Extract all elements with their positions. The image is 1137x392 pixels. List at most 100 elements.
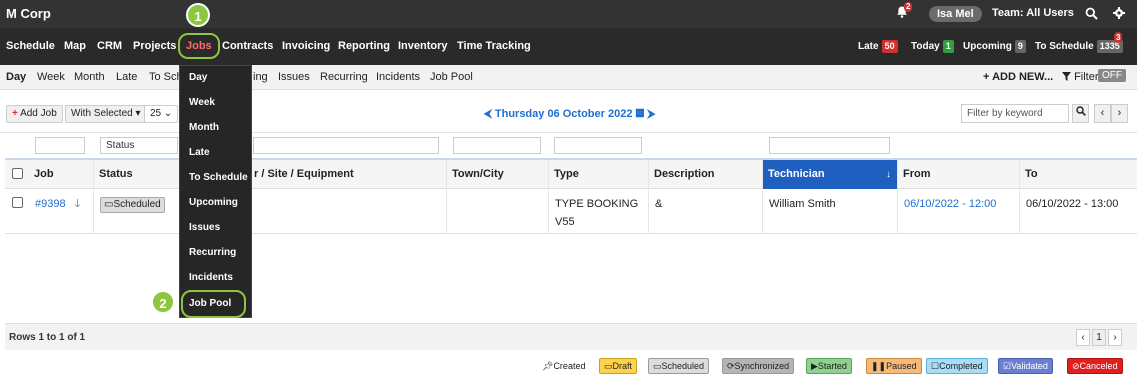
funnel-icon: [1062, 72, 1071, 81]
dropdown-item-recurring[interactable]: Recurring: [180, 241, 253, 265]
select-all-checkbox[interactable]: [12, 168, 23, 179]
upcoming-count: 9: [1014, 40, 1026, 53]
today-label: Today: [911, 41, 940, 52]
prev-page-icon[interactable]: ‹: [1094, 104, 1111, 123]
nav-contracts[interactable]: Contracts: [222, 40, 273, 52]
current-page[interactable]: 1: [1092, 329, 1106, 346]
subnav-week[interactable]: Week: [37, 71, 65, 83]
job-link[interactable]: #9398: [35, 198, 66, 210]
arrow-down-icon[interactable]: 🡓: [75, 198, 81, 210]
filter-toggle[interactable]: Filter: [1062, 71, 1099, 83]
current-date[interactable]: Thursday 06 October 2022: [495, 108, 633, 120]
column-header-technician[interactable]: Technician ↓: [763, 160, 898, 189]
nav-projects[interactable]: Projects: [133, 40, 176, 52]
late-count: 50: [881, 40, 898, 53]
keyword-filter-input[interactable]: Filter by keyword: [961, 104, 1069, 123]
gear-icon[interactable]: [1112, 6, 1126, 20]
calendar-icon[interactable]: ▦: [636, 108, 645, 120]
cancel-icon: ⊘: [1072, 361, 1080, 371]
subnav-job-pool[interactable]: Job Pool: [430, 71, 473, 83]
legend-paused: ❚❚Paused: [866, 358, 922, 374]
site-filter-input[interactable]: [253, 137, 439, 154]
search-icon[interactable]: [1072, 104, 1089, 123]
team-selector[interactable]: Team: All Users: [992, 7, 1074, 19]
prev-page-button[interactable]: ‹: [1076, 329, 1090, 346]
late-counter[interactable]: Late 50: [858, 40, 898, 53]
dropdown-item-month[interactable]: Month: [180, 116, 253, 140]
next-page-button[interactable]: ›: [1108, 329, 1122, 346]
page-size-value: 25: [150, 108, 162, 119]
subnav-issues[interactable]: Issues: [278, 71, 310, 83]
top-bar: M Corp 2 Isa Mel Team: All Users: [0, 0, 1137, 28]
to-schedule-counter[interactable]: To Schedule 1335: [1035, 40, 1123, 53]
subnav-incidents[interactable]: Incidents: [376, 71, 420, 83]
column-header-to[interactable]: To: [1020, 160, 1137, 189]
column-header-site[interactable]: r / Site / Equipment: [249, 160, 447, 189]
notification-badge: 2: [904, 2, 913, 12]
technician-filter-input[interactable]: [769, 137, 890, 154]
nav-crm[interactable]: CRM: [97, 40, 122, 52]
dropdown-item-issues[interactable]: Issues: [180, 216, 253, 240]
page-size-select[interactable]: 25 ⌄: [144, 105, 178, 123]
to-schedule-label: To Schedule: [1035, 41, 1094, 52]
subnav-day[interactable]: Day: [6, 71, 26, 83]
add-new-button[interactable]: + ADD NEW...: [983, 71, 1053, 83]
type-filter-input[interactable]: [554, 137, 642, 154]
column-header-type[interactable]: Type: [549, 160, 649, 189]
nav-time-tracking[interactable]: Time Tracking: [457, 40, 531, 52]
to-cell: 06/10/2022 - 13:00: [1026, 198, 1119, 210]
nav-map[interactable]: Map: [64, 40, 86, 52]
prev-day-icon[interactable]: ⮜: [484, 108, 492, 120]
check-icon: ☑: [1003, 361, 1012, 371]
table-row[interactable]: #9398 🡓 ▭Scheduled TYPE BOOKING V55 & Wi…: [5, 189, 1137, 234]
row-checkbox[interactable]: [12, 197, 23, 208]
next-page-icon[interactable]: ›: [1111, 104, 1128, 123]
legend-completed-label: Completed: [939, 361, 983, 371]
dropdown-item-to-schedule[interactable]: To Schedule: [180, 166, 253, 190]
user-menu[interactable]: Isa Mel: [929, 6, 982, 22]
nav-inventory[interactable]: Inventory: [398, 40, 448, 52]
legend-created-label: Created: [553, 361, 586, 371]
dropdown-item-incidents[interactable]: Incidents: [180, 266, 253, 290]
status-text: Scheduled: [113, 199, 161, 210]
technician-header-label: Technician: [768, 168, 825, 180]
subnav-upcoming[interactable]: ing: [253, 71, 268, 83]
type-cell: TYPE BOOKING V55: [549, 189, 649, 234]
subnav-to-schedule[interactable]: To Sch: [149, 71, 183, 83]
with-selected-label: With Selected: [71, 108, 133, 119]
filter-state-badge[interactable]: OFF: [1098, 69, 1126, 82]
pagination-bar: Rows 1 to 1 of 1 ‹ 1 ›: [5, 323, 1137, 350]
dropdown-item-late[interactable]: Late: [180, 141, 253, 165]
add-job-button[interactable]: + Add Job: [6, 105, 63, 123]
dropdown-item-day[interactable]: Day: [180, 66, 253, 90]
column-header-town[interactable]: Town/City: [447, 160, 549, 189]
column-header-from[interactable]: From: [898, 160, 1020, 189]
brand-name[interactable]: M Corp: [6, 6, 51, 21]
subnav-recurring[interactable]: Recurring: [320, 71, 368, 83]
sort-desc-icon: ↓: [886, 169, 891, 180]
callout-step-2: 2: [151, 290, 175, 314]
search-icon[interactable]: [1085, 7, 1098, 20]
column-header-job[interactable]: Job: [29, 160, 94, 189]
subnav-month[interactable]: Month: [74, 71, 105, 83]
main-nav: Schedule Map CRM Projects Jobs Contracts…: [0, 28, 1137, 65]
upcoming-counter[interactable]: Upcoming 9: [963, 40, 1026, 53]
with-selected-dropdown[interactable]: With Selected ▾: [65, 105, 147, 123]
next-day-icon[interactable]: ⮞: [647, 108, 655, 120]
nav-invoicing[interactable]: Invoicing: [282, 40, 330, 52]
from-cell[interactable]: 06/10/2022 - 12:00: [898, 189, 1020, 234]
app-root: M Corp 2 Isa Mel Team: All Users Schedul…: [0, 0, 1137, 392]
subnav-late[interactable]: Late: [116, 71, 137, 83]
column-header-description[interactable]: Description: [649, 160, 763, 189]
today-counter[interactable]: Today 1: [911, 40, 954, 53]
town-filter-input[interactable]: [453, 137, 541, 154]
job-id-cell: #9398 🡓: [29, 189, 94, 234]
caret-down-icon: ▾: [135, 108, 141, 119]
dropdown-item-upcoming[interactable]: Upcoming: [180, 191, 253, 215]
nav-reporting[interactable]: Reporting: [338, 40, 390, 52]
dropdown-item-week[interactable]: Week: [180, 91, 253, 115]
job-filter-input[interactable]: [35, 137, 85, 154]
legend-canceled-label: Canceled: [1079, 361, 1118, 371]
status-filter-select[interactable]: Status: [100, 137, 178, 154]
nav-schedule[interactable]: Schedule: [6, 40, 55, 52]
